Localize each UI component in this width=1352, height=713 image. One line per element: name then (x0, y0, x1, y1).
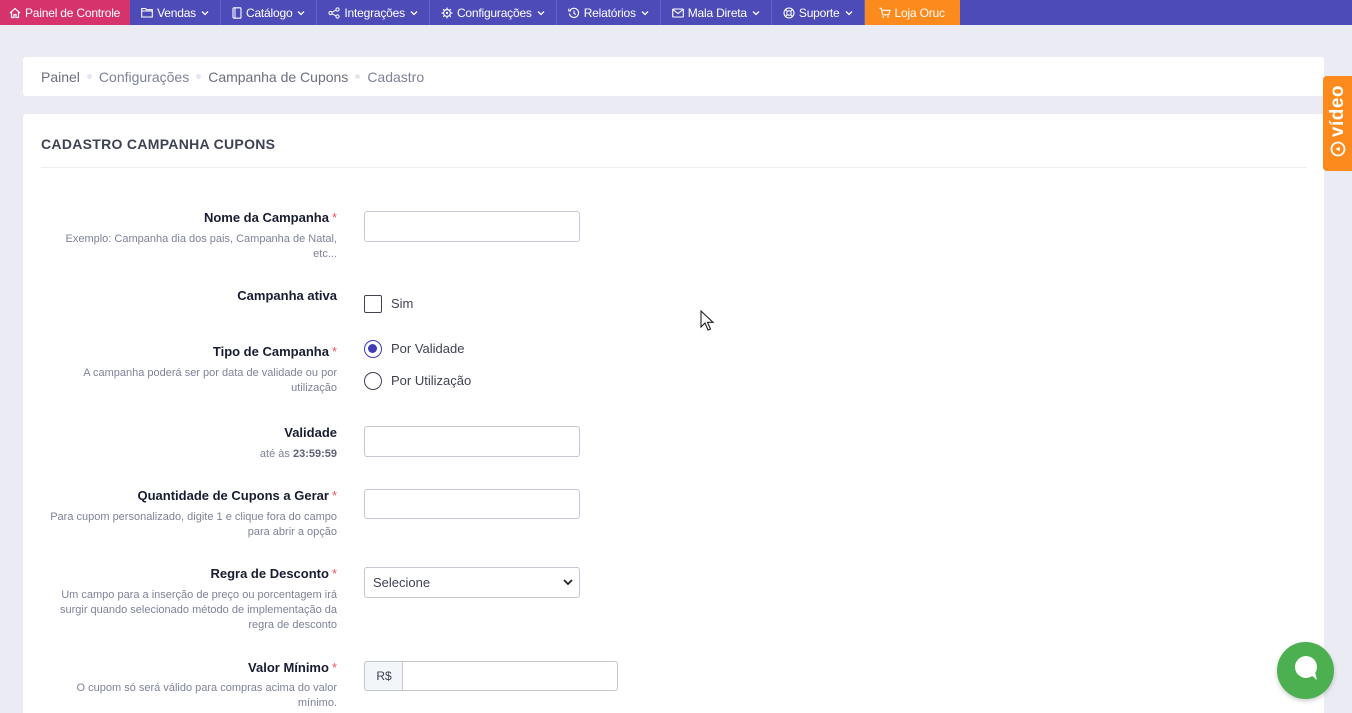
required-marker: * (331, 210, 337, 225)
share-icon (328, 6, 341, 19)
valor-minimo-input[interactable] (402, 661, 618, 691)
nav-suporte[interactable]: Suporte (772, 0, 865, 25)
validade-hint: até às 23:59:59 (260, 447, 337, 462)
radio-por-utilizacao-label: Por Utilização (391, 373, 472, 388)
nav-relatorios[interactable]: Relatórios (557, 0, 661, 25)
nome-campanha-hint: Exemplo: Campanha dia dos pais, Campanha… (65, 233, 338, 260)
page-title: CADASTRO CAMPANHA CUPONS (41, 136, 276, 152)
nome-campanha-input[interactable] (364, 211, 580, 242)
cart-icon (879, 7, 891, 19)
breadcrumb-separator (196, 74, 202, 79)
tipo-campanha-label: Tipo de Campanha * (213, 344, 337, 359)
select-value: Selecione (373, 575, 431, 590)
campanha-ativa-checkbox[interactable] (364, 295, 382, 313)
label-text: Quantidade de Cupons a Gerar (137, 488, 329, 503)
breadcrumb-separator (355, 74, 361, 79)
nav-label: Catálogo (245, 5, 293, 20)
form-card: CADASTRO CAMPANHA CUPONS Nome da Campanh… (23, 114, 1324, 713)
mouse-cursor-icon (700, 309, 715, 337)
currency-prefix: R$ (364, 661, 403, 691)
required-marker: * (331, 566, 337, 581)
nav-configuracoes[interactable]: Configurações (430, 0, 557, 25)
required-marker: * (331, 660, 337, 675)
nav-label: Loja Oruc (894, 5, 945, 20)
divider (41, 167, 1306, 168)
video-tab-label: vídeo (1326, 84, 1348, 138)
nav-catalogo[interactable]: Catálogo (221, 0, 318, 25)
label-text: Nome da Campanha (203, 210, 329, 225)
chevron-down-icon (752, 10, 760, 16)
regra-desconto-select[interactable]: Selecione (364, 567, 580, 598)
required-marker: * (331, 488, 337, 503)
nav-mala-direta[interactable]: Mala Direta (661, 0, 772, 25)
campanha-ativa-label: Campanha ativa (237, 288, 337, 303)
chat-button[interactable] (1277, 642, 1334, 699)
hint-time: 23:59:59 (292, 448, 337, 460)
envelope-icon (671, 7, 684, 18)
tipo-campanha-hint: A campanha poderá ser por data de valida… (83, 367, 337, 394)
regra-desconto-hint: Um campo para a inserção de preço ou por… (59, 589, 337, 631)
breadcrumb-item-configuracoes[interactable]: Configurações (99, 69, 189, 85)
valor-minimo-label: Valor Mínimo * (248, 660, 337, 675)
nav-label: Configurações (456, 5, 532, 20)
chevron-down-icon (641, 10, 649, 16)
quantidade-label: Quantidade de Cupons a Gerar * (138, 488, 338, 503)
nav-label: Painel de Controle (25, 5, 121, 20)
chevron-down-icon (562, 576, 574, 591)
chevron-down-icon (297, 10, 305, 16)
hint-text: até às (259, 448, 290, 460)
regra-desconto-label: Regra de Desconto * (210, 566, 337, 581)
nav-label: Vendas (157, 5, 196, 20)
nav-label: Relatórios (583, 5, 636, 20)
history-icon (567, 7, 580, 19)
radio-por-utilizacao[interactable] (364, 372, 382, 390)
validade-label: Validade (284, 425, 337, 440)
nav-loja-oruc[interactable]: Loja Oruc (864, 0, 960, 25)
nav-painel-de-controle[interactable]: Painel de Controle (0, 0, 131, 25)
breadcrumb-item-cadastro: Cadastro (367, 68, 425, 85)
home-icon (9, 7, 21, 19)
breadcrumb-separator (86, 74, 92, 79)
breadcrumb-item-campanha-de-cupons[interactable]: Campanha de Cupons (208, 69, 348, 85)
nav-label: Integrações (344, 5, 405, 20)
nav-vendas[interactable]: Vendas (130, 0, 221, 25)
label-text: Tipo de Campanha (212, 344, 329, 359)
breadcrumb: Painel Configurações Campanha de Cupons … (23, 57, 1324, 96)
chevron-down-icon (410, 10, 418, 16)
required-marker: * (331, 344, 337, 359)
chevron-down-icon (537, 10, 545, 16)
play-icon (1330, 141, 1346, 162)
nav-label: Mala Direta (687, 5, 747, 20)
chat-icon (1291, 653, 1321, 688)
label-text: Regra de Desconto (210, 566, 329, 581)
video-tab[interactable]: vídeo (1323, 76, 1352, 171)
nav-integracoes[interactable]: Integrações (317, 0, 430, 25)
radio-por-validade-label: Por Validade (391, 341, 465, 356)
quantidade-input[interactable] (364, 489, 580, 519)
gear-icon (441, 7, 453, 19)
quantidade-hint: Para cupom personalizado, digite 1 e cli… (50, 511, 337, 538)
label-text: Valor Mínimo (248, 660, 329, 675)
radio-por-validade[interactable] (364, 340, 382, 358)
folder-icon (141, 7, 153, 18)
validade-input[interactable] (364, 426, 580, 457)
book-icon (232, 6, 242, 19)
lifebuoy-icon (783, 6, 795, 19)
chevron-down-icon (845, 10, 853, 16)
nav-label: Suporte (798, 5, 840, 20)
campanha-ativa-option-label: Sim (391, 296, 414, 311)
valor-minimo-hint: O cupom só será válido para compras acim… (76, 682, 337, 709)
chevron-down-icon (201, 10, 209, 16)
breadcrumb-item-painel[interactable]: Painel (41, 69, 80, 85)
top-navigation: Painel de Controle Vendas Catálogo Integ… (0, 0, 1352, 25)
nome-campanha-label: Nome da Campanha * (204, 210, 337, 225)
